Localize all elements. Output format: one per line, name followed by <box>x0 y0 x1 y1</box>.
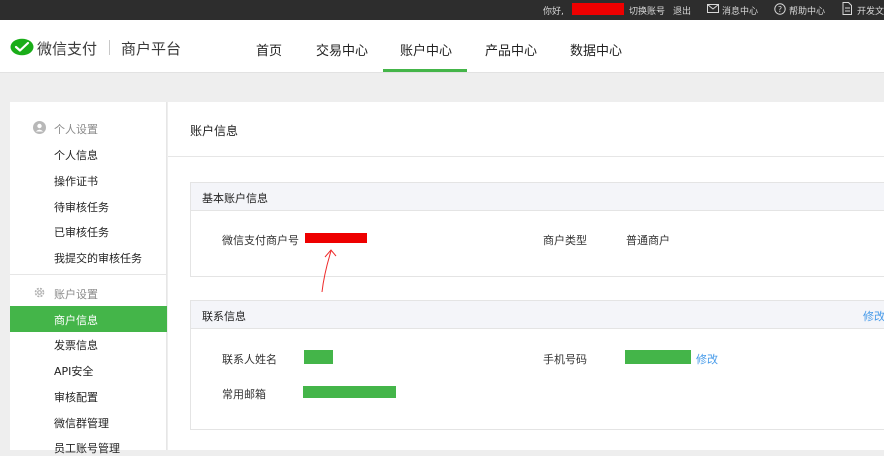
sidebar-item-personal-info[interactable]: 个人信息 <box>54 147 98 163</box>
title-divider <box>168 156 884 157</box>
brand-separator <box>109 40 110 55</box>
greeting-text: 你好, <box>543 7 564 17</box>
user-icon <box>33 121 46 134</box>
contact-info-card-header: 联系信息 修改 <box>191 301 884 329</box>
merchant-type-label: 商户类型 <box>543 234 587 247</box>
nav-active-indicator <box>383 69 467 72</box>
email-label: 常用邮箱 <box>222 388 266 401</box>
contact-info-card-title: 联系信息 <box>202 310 246 323</box>
masked-contact-name <box>304 350 333 364</box>
basic-account-card-header: 基本账户信息 <box>191 183 884 211</box>
sidebar-item-api-security[interactable]: API安全 <box>54 363 93 379</box>
basic-account-card: 基本账户信息 微信支付商户号 商户类型 普通商户 <box>190 182 884 277</box>
wechat-pay-logo-icon <box>10 38 34 56</box>
redacted-username <box>572 3 624 15</box>
sidebar-item-pending-review[interactable]: 待审核任务 <box>54 199 109 215</box>
sidebar-divider <box>10 274 167 275</box>
main-header: 微信支付 商户平台 首页 交易中心 账户中心 产品中心 数据中心 <box>0 20 884 73</box>
brand-name: 微信支付 <box>37 40 98 58</box>
merchant-type-value: 普通商户 <box>626 234 670 247</box>
contact-info-card: 联系信息 修改 联系人姓名 手机号码 修改 常用邮箱 <box>190 300 884 430</box>
sidebar-item-my-submitted[interactable]: 我提交的审核任务 <box>54 250 142 266</box>
svg-text:?: ? <box>778 5 782 14</box>
page-title: 账户信息 <box>190 124 239 138</box>
redacted-merchant-id <box>305 233 367 243</box>
top-bar: 你好, 切换账号 退出 消息中心 ? 帮助中心 开发文 <box>0 0 884 20</box>
sidebar-item-reviewed[interactable]: 已审核任务 <box>54 224 109 240</box>
sidebar: 个人设置 个人信息 操作证书 待审核任务 已审核任务 我提交的审核任务 账户设置… <box>10 102 167 455</box>
switch-account-link[interactable]: 切换账号 <box>629 4 665 17</box>
annotation-arrow-icon <box>321 249 337 293</box>
message-center-link[interactable]: 消息中心 <box>722 4 758 17</box>
nav-data-center[interactable]: 数据中心 <box>570 40 622 59</box>
phone-label: 手机号码 <box>543 353 587 366</box>
sidebar-item-wechat-group[interactable]: 微信群管理 <box>54 415 109 431</box>
merchant-id-label: 微信支付商户号 <box>222 234 299 247</box>
sidebar-group-personal: 个人设置 <box>54 123 98 136</box>
logout-link[interactable]: 退出 <box>673 4 691 17</box>
sidebar-group-account: 账户设置 <box>54 288 98 301</box>
sidebar-item-merchant-info[interactable]: 商户信息 <box>54 312 98 328</box>
mail-icon <box>707 4 719 13</box>
document-icon <box>842 2 852 15</box>
sidebar-item-review-config[interactable]: 审核配置 <box>54 389 98 405</box>
nav-account-center[interactable]: 账户中心 <box>400 40 452 59</box>
help-center-link[interactable]: 帮助中心 <box>789 4 825 17</box>
phone-edit-link[interactable]: 修改 <box>696 351 718 367</box>
nav-home[interactable]: 首页 <box>256 40 282 59</box>
platform-name: 商户平台 <box>121 40 182 58</box>
developer-docs-link[interactable]: 开发文 <box>857 4 884 17</box>
sidebar-item-staff-accounts[interactable]: 员工账号管理 <box>54 440 120 456</box>
contact-edit-link[interactable]: 修改 <box>863 308 884 324</box>
masked-phone-number <box>625 350 691 364</box>
nav-product-center[interactable]: 产品中心 <box>485 40 537 59</box>
sidebar-item-operation-cert[interactable]: 操作证书 <box>54 173 98 189</box>
sidebar-item-invoice-info[interactable]: 发票信息 <box>54 337 98 353</box>
help-icon: ? <box>774 3 786 15</box>
nav-transaction-center[interactable]: 交易中心 <box>316 40 368 59</box>
contact-name-label: 联系人姓名 <box>222 353 277 366</box>
main-content: 账户信息 基本账户信息 微信支付商户号 商户类型 普通商户 联系信息 修改 联系… <box>168 102 884 450</box>
masked-email <box>303 386 396 398</box>
basic-account-card-title: 基本账户信息 <box>202 192 268 205</box>
gear-icon <box>34 287 45 298</box>
